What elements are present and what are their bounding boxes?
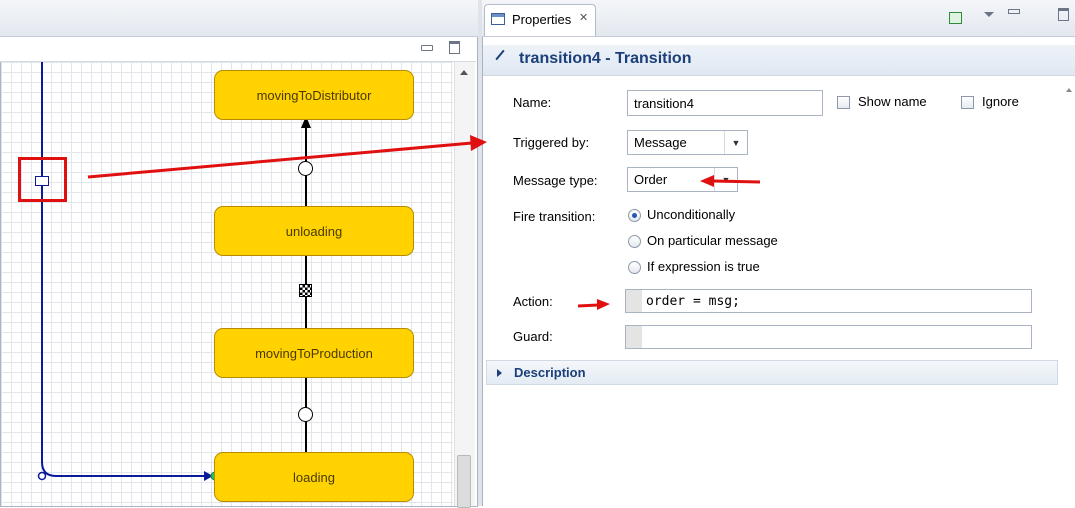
annotation-arrow-action: [577, 299, 610, 310]
annotation-arrow-envelope-to-triggered: [87, 135, 487, 179]
annotation-arrow-message-type: [700, 175, 761, 187]
annotation-layer: [87, 135, 761, 310]
